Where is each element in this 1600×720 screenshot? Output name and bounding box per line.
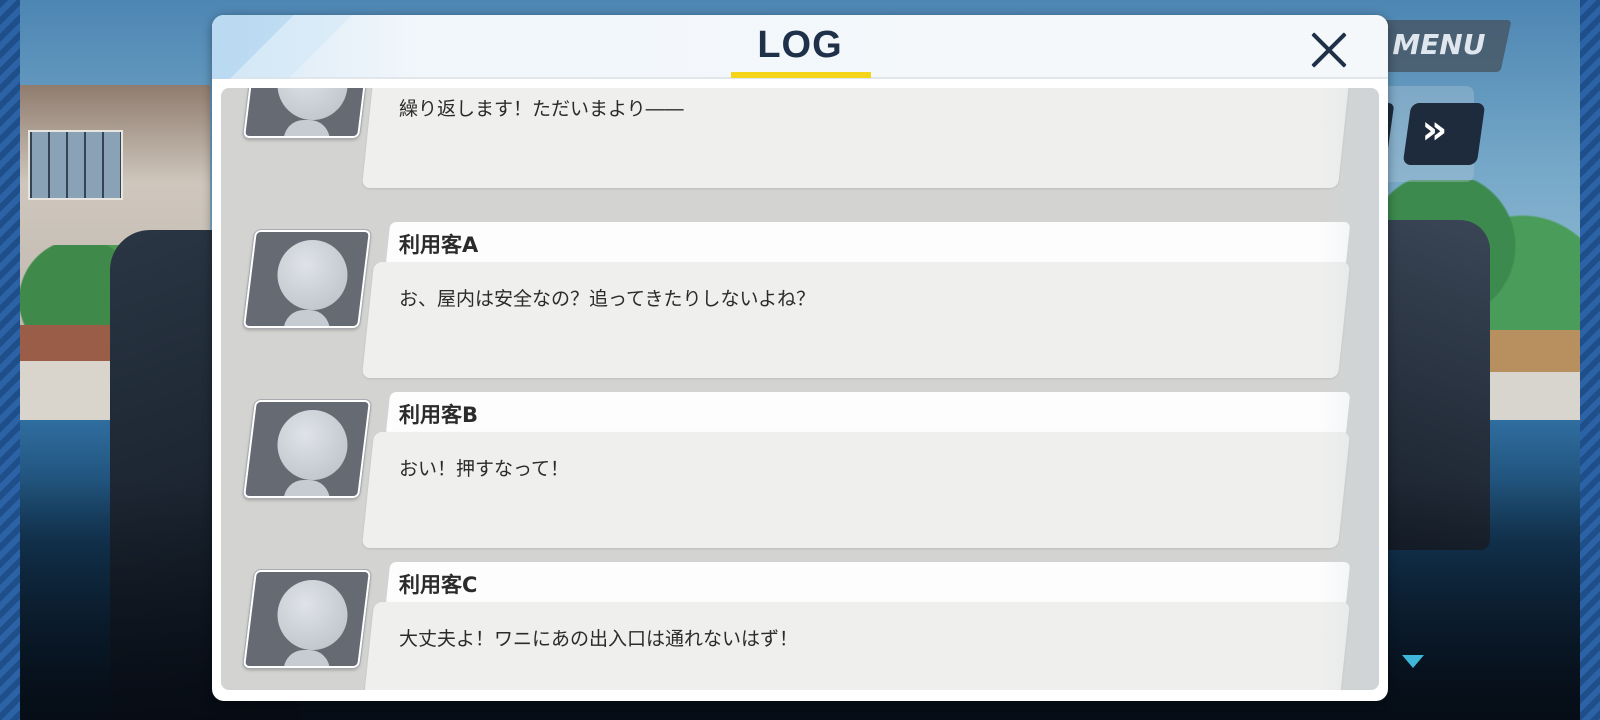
avatar-shoulders: [283, 650, 330, 668]
speech-bubble: [361, 432, 1351, 548]
avatar-icon: [241, 399, 373, 499]
avatar-icon: [241, 569, 373, 669]
log-entry: 利用客A お、屋内は安全なの？追ってきたりしないよね？: [221, 222, 1379, 392]
speaker-name: 利用客B: [399, 403, 479, 427]
avatar-shoulders: [283, 310, 330, 328]
dialogue-text: お、屋内は安全なの？追ってきたりしないよね？: [399, 288, 816, 310]
dialogue-text: 大丈夫よ！ワニにあの出入口は通れないはず！: [399, 628, 799, 650]
dialogue-text: 繰り返します！ただいまより――: [399, 98, 684, 120]
dialogue-text: おい！押すなって！: [399, 458, 570, 480]
log-entry: 利用客B おい！押すなって！: [221, 392, 1379, 562]
title-underline: [731, 72, 871, 78]
speaker-name-bar: [385, 222, 1351, 266]
close-icon[interactable]: [1306, 27, 1352, 73]
right-stripe-border: [1580, 0, 1600, 720]
log-list[interactable]: 繰り返します！ただいまより―― 利用客A お、屋内は安全なの？追ってきたりしない…: [221, 88, 1379, 690]
avatar-icon: [241, 88, 373, 139]
avatar-shoulders: [283, 120, 330, 138]
log-entry: 利用客C 大丈夫よ！ワニにあの出入口は通れないはず！: [221, 562, 1379, 690]
log-entry: 繰り返します！ただいまより――: [221, 88, 1379, 202]
speech-bubble: [361, 262, 1351, 378]
avatar-head: [277, 240, 348, 310]
log-dialog: LOG 繰り返します！ただいまより―― 利用客A お、屋内は安全なの？追ってきた…: [212, 15, 1388, 701]
triangle-down-icon: [1402, 655, 1424, 668]
fast-forward-icon: »: [1421, 107, 1448, 153]
log-header: LOG: [212, 15, 1388, 79]
left-stripe-border: [0, 0, 20, 720]
avatar-head: [277, 88, 348, 120]
avatar-shoulders: [283, 480, 330, 498]
log-title: LOG: [757, 24, 843, 66]
speaker-name-bar: [385, 392, 1351, 436]
avatar-head: [277, 580, 348, 650]
speaker-name-bar: [385, 562, 1351, 606]
fast-forward-button[interactable]: »: [1402, 103, 1486, 165]
speaker-name: 利用客C: [399, 573, 478, 597]
building-window: [28, 130, 123, 200]
avatar-icon: [241, 229, 373, 329]
avatar-head: [277, 410, 348, 480]
speaker-name: 利用客A: [399, 233, 479, 257]
menu-label: MENU: [1392, 28, 1486, 61]
